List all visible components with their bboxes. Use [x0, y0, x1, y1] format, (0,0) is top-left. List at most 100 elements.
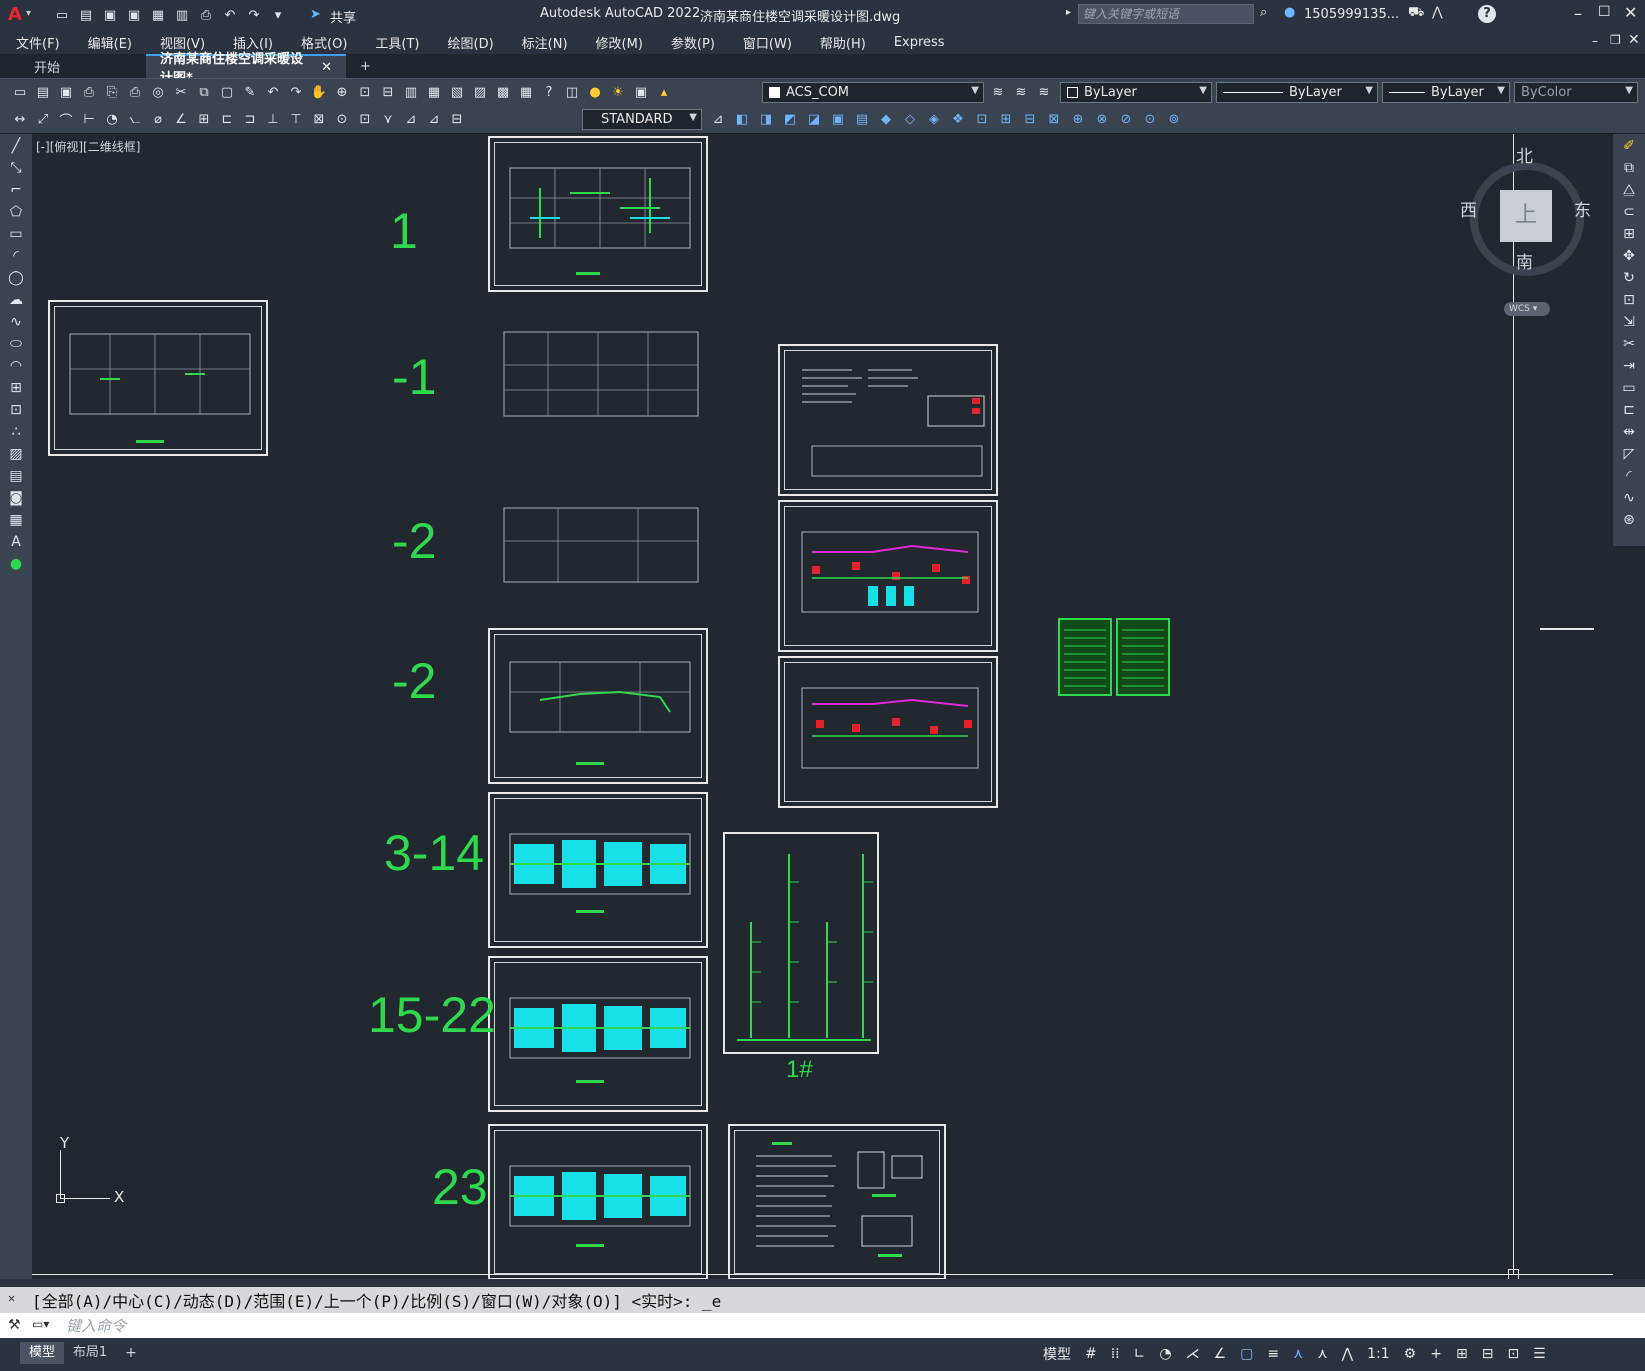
doc-close-icon[interactable]: ✕ [1628, 32, 1640, 48]
table-icon[interactable]: ▦ [5, 510, 27, 530]
layer-viewport-icon[interactable]: ▣ [631, 82, 651, 102]
redo-icon[interactable]: ↷ [244, 5, 264, 25]
publish-icon[interactable]: ▦ [148, 5, 168, 25]
view-front-icon[interactable]: ◧ [732, 109, 752, 129]
spline-icon[interactable]: ∿ [5, 312, 27, 332]
search-icon[interactable]: ⌕ [1260, 5, 1267, 20]
jogged-linear-icon[interactable]: ⋎ [378, 109, 398, 129]
ucs-object-icon[interactable]: ⊕ [1068, 109, 1088, 129]
compass-south[interactable]: 南 [1516, 248, 1533, 273]
view-top-icon[interactable]: ▣ [828, 109, 848, 129]
ellipse-arc-icon[interactable]: ◠ [5, 356, 27, 376]
user-icon[interactable]: ● [1284, 5, 1295, 20]
ucs-3point-icon[interactable]: ⊠ [1044, 109, 1064, 129]
quick-properties-icon[interactable]: ⊟ [1482, 1346, 1494, 1362]
dim-ordinate-icon[interactable]: ⊢ [79, 109, 99, 129]
view-iso-ne-icon[interactable]: ◈ [924, 109, 944, 129]
view-left-icon[interactable]: ◩ [780, 109, 800, 129]
grid-icon[interactable]: # [1085, 1346, 1097, 1362]
gradient-icon[interactable]: ▤ [5, 466, 27, 486]
drawing-sheet-floor-1[interactable] [488, 136, 708, 292]
isolate-objects-icon[interactable]: ⊡ [1507, 1346, 1519, 1362]
layer-freeze-icon[interactable]: ☀ [608, 82, 628, 102]
cut-icon[interactable]: ✂ [171, 82, 191, 102]
sheet-set-icon[interactable]: ▨ [470, 82, 490, 102]
make-current-icon[interactable]: ≋ [988, 82, 1008, 102]
blend-curves-icon[interactable]: ∿ [1618, 488, 1640, 508]
ortho-icon[interactable]: ∟ [1134, 1346, 1146, 1362]
hatch-icon[interactable]: ▨ [5, 444, 27, 464]
move-icon[interactable]: ✥ [1618, 246, 1640, 266]
menu-tools[interactable]: 工具(T) [375, 33, 419, 52]
command-close-icon[interactable]: ✕ [8, 1291, 15, 1305]
view-right-icon[interactable]: ◪ [804, 109, 824, 129]
plot-icon[interactable]: ⎙ [125, 82, 145, 102]
redo-icon-2[interactable]: ↷ [286, 82, 306, 102]
lineweight-icon[interactable]: ≡ [1267, 1346, 1279, 1362]
markup-icon[interactable]: ▩ [493, 82, 513, 102]
tolerance-icon[interactable]: ⊠ [309, 109, 329, 129]
chamfer-icon[interactable]: ◸ [1618, 444, 1640, 464]
dim-break-icon[interactable]: ⊤ [286, 109, 306, 129]
menu-dimension[interactable]: 标注(N) [522, 33, 568, 52]
command-recent-icon[interactable]: ▭▾ [32, 1317, 49, 1331]
layer-lock-icon[interactable]: ▴ [654, 82, 674, 102]
trim-icon[interactable]: ✂ [1618, 334, 1640, 354]
dim-edit-icon[interactable]: ⊿ [401, 109, 421, 129]
stretch-icon[interactable]: ⇲ [1618, 312, 1640, 332]
dim-aligned-icon[interactable]: ⤢ [33, 109, 53, 129]
ucs-x-icon[interactable]: ⊙ [1140, 109, 1160, 129]
drawing-canvas[interactable]: [-][俯视][二维线框] 1 -1 -2 -2 3-14 15-22 23 1… [32, 134, 1613, 1279]
export-icon[interactable]: ▥ [172, 5, 192, 25]
menu-express[interactable]: Express [894, 35, 945, 50]
explode-icon[interactable]: ⊛ [1618, 510, 1640, 530]
menu-draw[interactable]: 绘图(D) [448, 33, 494, 52]
user-account[interactable]: 1505999135... [1304, 7, 1399, 22]
match-properties-icon[interactable]: ✎ [240, 82, 260, 102]
zoom-window-icon[interactable]: ⊡ [355, 82, 375, 102]
dim-arc-icon[interactable]: ⌒ [56, 109, 76, 129]
tab-layout1[interactable]: 布局1 [68, 1342, 112, 1364]
array-icon[interactable]: ⊞ [1618, 224, 1640, 244]
isodraft-icon[interactable]: ⋌ [1186, 1346, 1200, 1362]
design-center-icon[interactable]: ▦ [424, 82, 444, 102]
undo-icon[interactable]: ↶ [220, 5, 240, 25]
linetype-dropdown[interactable]: ByLayer ▼ [1216, 82, 1378, 103]
undo-icon-2[interactable]: ↶ [263, 82, 283, 102]
annotation-visibility-icon[interactable]: ⋏ [1293, 1346, 1303, 1362]
scale-icon[interactable]: ⊡ [1618, 290, 1640, 310]
search-input[interactable]: 键入关键字或短语 [1078, 4, 1254, 24]
tab-close-icon[interactable]: ✕ [321, 60, 332, 75]
drawing-sheet-left[interactable] [48, 300, 268, 456]
erase-icon[interactable]: ✐ [1618, 136, 1640, 156]
dim-baseline-icon[interactable]: ⊏ [217, 109, 237, 129]
dim-linear-icon[interactable]: ↔ [10, 109, 30, 129]
circle-icon[interactable]: ◯ [5, 268, 27, 288]
dimstyle-dropdown[interactable]: STANDARD ▼ [582, 109, 702, 130]
color-dropdown[interactable]: ByLayer ▼ [1060, 82, 1212, 103]
extend-icon[interactable]: ⇥ [1618, 356, 1640, 376]
print-icon[interactable]: ⎙ [79, 82, 99, 102]
offset-icon[interactable]: ⊂ [1618, 202, 1640, 222]
ucs-face-icon[interactable]: ⊗ [1092, 109, 1112, 129]
doc-restore-icon[interactable]: ❐ [1610, 33, 1621, 47]
view-iso-nw-icon[interactable]: ❖ [948, 109, 968, 129]
join-icon[interactable]: ⇹ [1618, 422, 1640, 442]
layer-state-icon[interactable]: ≋ [1034, 82, 1054, 102]
equipment-table-1[interactable] [1058, 618, 1112, 696]
polar-icon[interactable]: ◔ [1159, 1346, 1171, 1362]
help-toolbar-icon[interactable]: ? [539, 82, 559, 102]
object-snap-icon[interactable]: ▢ [1240, 1346, 1253, 1362]
search-expand-icon[interactable]: ▸ [1066, 7, 1071, 18]
add-selected-icon[interactable]: ● [5, 554, 27, 574]
add-layout-button[interactable]: + [120, 1342, 142, 1364]
annotation-scale-value[interactable]: 1:1 [1367, 1346, 1390, 1362]
layer-properties-icon[interactable]: ◫ [562, 82, 582, 102]
object-snap-tracking-icon[interactable]: ∠ [1214, 1346, 1227, 1362]
copy-icon[interactable]: ⧉ [194, 82, 214, 102]
autodesk-app-icon[interactable]: ⋀ [1432, 5, 1443, 20]
drawing-sheet-notes[interactable] [778, 344, 998, 496]
wrench-icon[interactable]: ⚒ [8, 1317, 21, 1333]
paste-icon[interactable]: ▢ [217, 82, 237, 102]
ellipse-icon[interactable]: ⬭ [5, 334, 27, 354]
